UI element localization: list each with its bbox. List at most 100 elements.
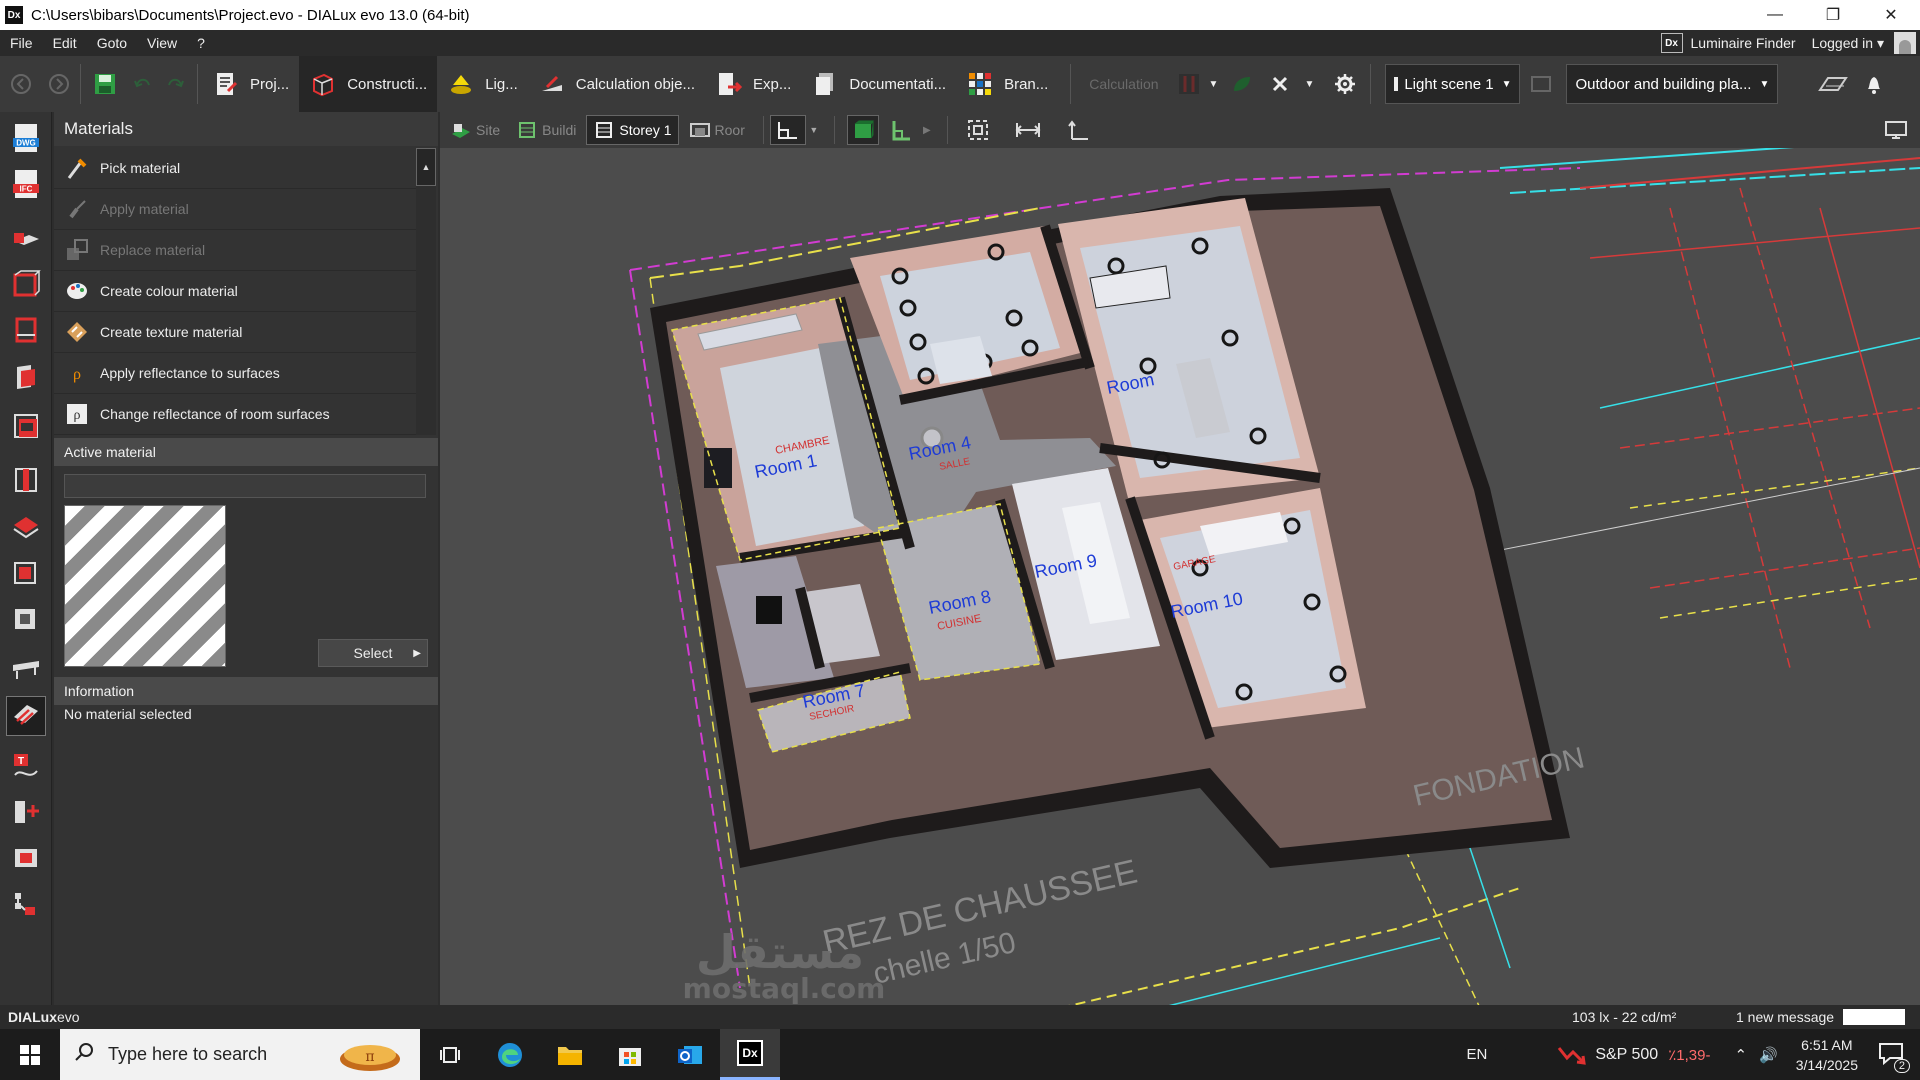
view-dropdown[interactable]: ▼ — [806, 115, 822, 145]
apply-material-button[interactable]: Apply material — [54, 189, 416, 230]
storey-tool[interactable] — [6, 310, 46, 350]
room-tool[interactable] — [6, 356, 46, 396]
3d-view-button[interactable] — [846, 115, 879, 145]
stock-widget[interactable]: S&P 500 ٪1,39- — [1557, 1044, 1710, 1066]
extrusion-tool[interactable] — [6, 598, 46, 638]
svg-text:T: T — [18, 756, 24, 767]
logged-in-menu[interactable]: Logged in ▾ — [1812, 35, 1884, 52]
menu-view[interactable]: View — [137, 35, 187, 51]
building-tool[interactable] — [6, 264, 46, 304]
close-icon[interactable]: ✕ — [1862, 0, 1920, 30]
undo-button[interactable] — [125, 56, 159, 112]
store-button[interactable] — [600, 1029, 660, 1080]
display-settings-button[interactable] — [1880, 115, 1912, 145]
tab-export[interactable]: Exp... — [705, 56, 801, 112]
save-button[interactable] — [85, 56, 125, 112]
insert-icon — [15, 801, 39, 823]
tab-calculation-objects-label: Calculation obje... — [575, 75, 695, 93]
file-explorer-button[interactable] — [540, 1029, 600, 1080]
dialux-taskbar-button[interactable]: Dx — [720, 1029, 780, 1080]
chevron-up-icon[interactable]: ⌃ — [1734, 1046, 1747, 1064]
ruler-button[interactable] — [1808, 56, 1858, 112]
tab-building[interactable]: Buildi — [510, 115, 582, 145]
forward-button[interactable] — [42, 56, 76, 112]
settings-button[interactable] — [1324, 56, 1366, 112]
gear-icon — [1335, 74, 1356, 94]
zoom-extents-button[interactable] — [962, 115, 994, 145]
luminaire-finder-button[interactable]: Luminaire Finder — [1691, 35, 1796, 51]
create-colour-material-button[interactable]: Create colour material — [54, 271, 416, 312]
actions-scrollbar[interactable]: ▲ — [416, 148, 436, 435]
cancel-calculation-button[interactable]: ▼ — [1260, 56, 1324, 112]
floor-plan-render[interactable]: Room 1 CHAMBRE Room 4 SALLE Room Room 7 … — [440, 148, 1920, 1005]
notification-center[interactable]: 2 — [1878, 1041, 1910, 1073]
3d-viewport[interactable]: Site Buildi Storey 1 Roor ▼ ▶ Room 1 CHA… — [440, 112, 1920, 1005]
menu-help[interactable]: ? — [187, 35, 215, 51]
staircase-tool[interactable] — [6, 648, 46, 688]
create-texture-material-button[interactable]: Create texture material — [54, 312, 416, 353]
ceiling-tool[interactable] — [6, 506, 46, 546]
pick-material-button[interactable]: Pick material — [54, 148, 416, 189]
measure-button[interactable] — [1012, 115, 1044, 145]
change-room-reflectance-button[interactable]: ρ Change reflectance of room surfaces — [54, 394, 416, 435]
tab-light[interactable]: Lig... — [437, 56, 528, 112]
select-material-button[interactable]: Select ▶ — [318, 639, 428, 667]
calculation-options[interactable]: ▼ — [1173, 56, 1223, 112]
tab-project[interactable]: Proj... — [202, 56, 299, 112]
redo-button[interactable] — [159, 56, 193, 112]
clock-date: 3/14/2025 — [1795, 1056, 1858, 1073]
restore-icon[interactable]: ❐ — [1804, 0, 1862, 30]
menu-file[interactable]: File — [0, 35, 43, 51]
leaf-button[interactable] — [1222, 56, 1260, 112]
menu-goto[interactable]: Goto — [87, 35, 137, 51]
start-button[interactable] — [0, 1029, 60, 1080]
calculation-button[interactable]: Calculation — [1075, 56, 1172, 112]
active-material-name-field[interactable] — [64, 474, 426, 498]
plan-view-button[interactable] — [769, 115, 806, 145]
tab-calculation-objects[interactable]: Calculation obje... — [528, 56, 705, 112]
tab-room[interactable]: Roor — [683, 115, 751, 145]
notifications-button[interactable] — [1858, 56, 1890, 112]
tab-storey[interactable]: Storey 1 — [586, 115, 679, 145]
import-dwg-tool[interactable]: DWG — [6, 118, 46, 158]
axis-button[interactable] — [1062, 115, 1094, 145]
wall-tool[interactable] — [6, 460, 46, 500]
tab-site[interactable]: Site — [444, 115, 506, 145]
light-scene-select[interactable]: Light scene 1 ▼ — [1385, 64, 1521, 104]
outlook-button[interactable] — [660, 1029, 720, 1080]
section-view-button[interactable] — [885, 115, 917, 145]
light-scene-panel-button[interactable] — [1520, 56, 1562, 112]
ground-element-tool[interactable] — [6, 218, 46, 258]
language-indicator[interactable]: EN — [1466, 1046, 1487, 1063]
view-mode-select[interactable]: Outdoor and building pla... ▼ — [1566, 64, 1779, 104]
avatar[interactable] — [1894, 32, 1916, 54]
tab-construction[interactable]: Constructi... — [299, 56, 438, 112]
clock[interactable]: 6:51 AM 3/14/2025 — [1796, 1035, 1858, 1075]
materials-tool[interactable] — [6, 696, 46, 736]
minimize-icon[interactable]: — — [1746, 0, 1804, 30]
taskbar-search[interactable]: Type here to search π — [60, 1029, 420, 1080]
add-object-tool[interactable] — [6, 838, 46, 878]
cutout-tool[interactable] — [6, 552, 46, 592]
back-button[interactable] — [0, 56, 42, 112]
arrange-icon — [15, 893, 35, 915]
volume-icon[interactable]: 🔊 — [1759, 1046, 1778, 1064]
forward-icon — [49, 74, 69, 94]
edge-button[interactable] — [480, 1029, 540, 1080]
tab-documentation[interactable]: Documentati... — [801, 56, 956, 112]
tab-brand[interactable]: Bran... — [956, 56, 1058, 112]
menu-edit[interactable]: Edit — [43, 35, 87, 51]
insert-element-tool[interactable] — [6, 792, 46, 832]
import-ifc-tool[interactable]: IFC — [6, 164, 46, 204]
text-label-tool[interactable]: T — [6, 746, 46, 786]
message-indicator[interactable] — [1843, 1009, 1905, 1025]
play-button[interactable]: ▶ — [919, 115, 935, 145]
task-view-button[interactable] — [420, 1029, 480, 1080]
tab-room-label: Roor — [714, 122, 745, 138]
arrange-tool[interactable] — [6, 884, 46, 924]
scroll-up-icon[interactable]: ▲ — [416, 148, 436, 186]
replace-material-button[interactable]: Replace material — [54, 230, 416, 271]
messages-link[interactable]: 1 new message — [1736, 1009, 1834, 1025]
roof-tool[interactable] — [6, 406, 46, 446]
apply-reflectance-button[interactable]: ρ Apply reflectance to surfaces — [54, 353, 416, 394]
